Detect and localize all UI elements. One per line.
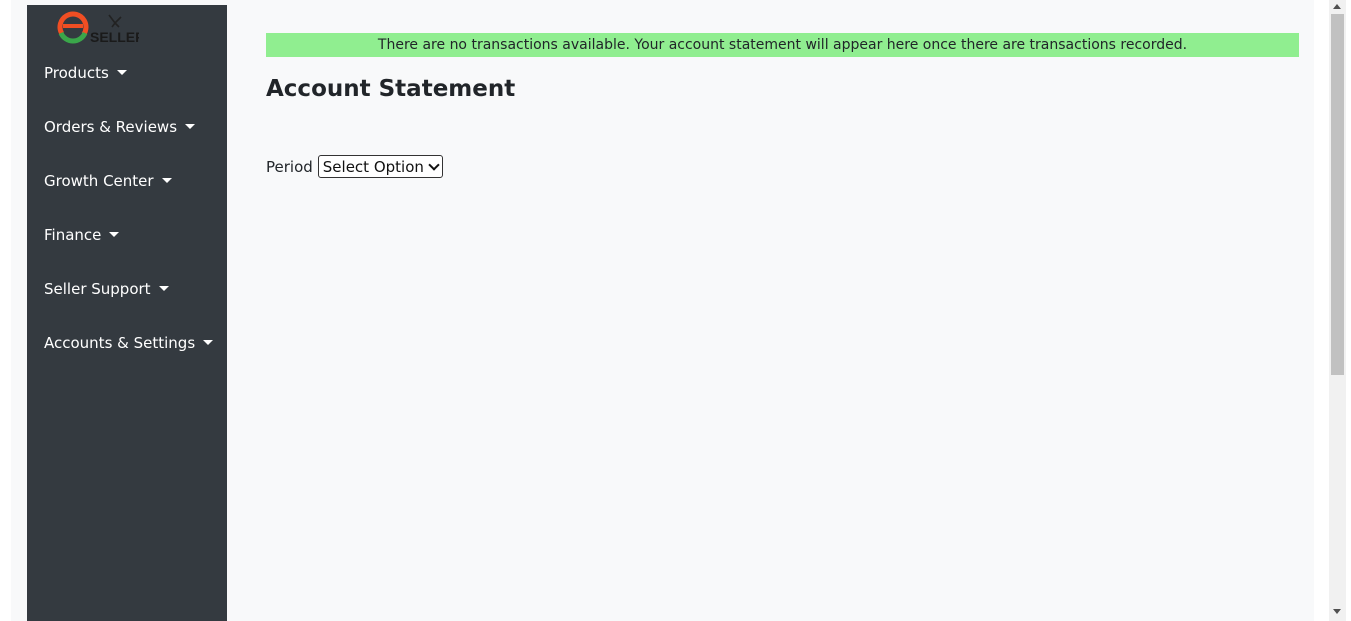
sidebar-item-label: Orders & Reviews <box>44 118 178 136</box>
scroll-up-icon[interactable] <box>1333 4 1341 9</box>
sidebar-item-products[interactable]: Products <box>44 63 127 83</box>
caret-down-icon <box>203 340 214 345</box>
sidebar-item-growth-center[interactable]: Growth Center <box>44 171 172 191</box>
sidebar-item-label: Accounts & Settings <box>44 334 196 352</box>
period-select-value: Select Option <box>322 157 424 176</box>
sidebar-item-label: Finance <box>44 226 102 244</box>
caret-down-icon <box>116 70 127 75</box>
logo-text: SELLER <box>90 29 139 45</box>
period-select[interactable]: Select Option <box>317 155 443 178</box>
sidebar-item-label: Growth Center <box>44 172 154 190</box>
sidebar-item-accounts-settings[interactable]: Accounts & Settings <box>44 333 214 353</box>
period-label: Period <box>266 157 313 176</box>
caret-down-icon <box>185 124 196 129</box>
no-transactions-alert: There are no transactions available. You… <box>266 33 1299 57</box>
sidebar-item-finance[interactable]: Finance <box>44 225 120 245</box>
vertical-scrollbar[interactable] <box>1329 0 1346 621</box>
scroll-down-icon[interactable] <box>1333 609 1341 614</box>
page-title: Account Statement <box>266 76 516 102</box>
sidebar-item-label: Products <box>44 64 109 82</box>
caret-down-icon <box>158 286 169 291</box>
seller-logo[interactable]: SELLER <box>57 9 145 45</box>
chevron-down-icon <box>428 158 440 171</box>
period-filter: Period Select Option <box>266 155 443 178</box>
caret-down-icon <box>161 178 172 183</box>
caret-down-icon <box>109 232 120 237</box>
scroll-thumb[interactable] <box>1331 14 1344 375</box>
logo-icon: SELLER <box>57 11 145 45</box>
sidebar-item-orders-reviews[interactable]: Orders & Reviews <box>44 117 196 137</box>
sidebar-item-label: Seller Support <box>44 280 151 298</box>
sidebar: SELLER Products Orders & Reviews Growth … <box>27 5 227 621</box>
window-edge <box>1346 0 1351 621</box>
sidebar-item-seller-support[interactable]: Seller Support <box>44 279 169 299</box>
